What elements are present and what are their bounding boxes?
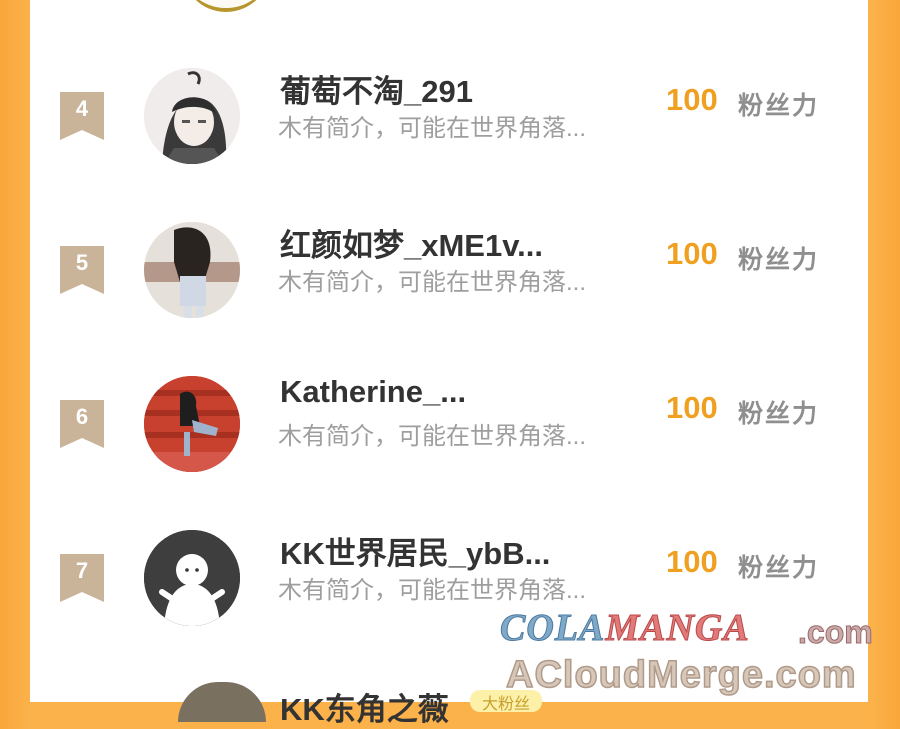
rank-number: 7 [75,558,89,583]
user-name[interactable]: KK世界居民_ybB... [280,528,580,573]
leaderboard-row[interactable]: 6 Katherine_... 木有简介，可能在世界角落... 100 粉丝力 [30,374,868,500]
fan-power-score: 100 [666,544,718,579]
avatar[interactable] [144,68,240,164]
rank-badge: 4 [60,92,104,140]
rank-badge: 7 [60,554,104,602]
fan-power-label: 粉丝力 [738,554,820,582]
user-bio: 木有简介，可能在世界角落... [278,269,587,296]
user-bio: 木有简介，可能在世界角落... [278,423,587,450]
watermark-com: .com [798,614,874,651]
fan-power-score: 100 [666,82,718,117]
user-bio: 木有简介，可能在世界角落... [278,577,587,604]
fan-power-score: 100 [666,236,718,271]
fan-power-score: 100 [666,390,718,425]
fan-power-label: 粉丝力 [738,400,820,428]
user-name[interactable]: 红颜如梦_xME1v... [280,220,580,265]
rank-number: 6 [75,404,89,429]
avatar[interactable] [144,530,240,626]
watermark-cola: COLA [499,607,606,650]
rank-number: 5 [75,250,89,275]
anime-boy-avatar-icon [144,68,240,164]
avatar[interactable] [144,376,240,472]
leaderboard-card: 4 葡萄不淘_291 木有简介，可能在世界角落... 100 粉丝力 5 红颜如… [30,0,868,727]
user-name[interactable]: 葡萄不淘_291 [280,66,580,111]
rank-badge: 5 [60,246,104,294]
rank-number: 4 [75,96,89,121]
avatar[interactable] [144,222,240,318]
rank-badge: 6 [60,400,104,448]
avatar[interactable] [182,0,270,12]
avatar[interactable] [178,682,266,722]
watermark-manga: MANGA [605,607,750,650]
leaderboard-row[interactable]: 5 红颜如梦_xME1v... 木有简介，可能在世界角落... 100 粉丝力 [30,222,868,346]
watermark-line-1: COLAMANGA [499,606,750,650]
user-name[interactable]: KK东角之薇 [280,684,449,729]
photo-avatar-icon [144,222,240,318]
fan-power-label: 粉丝力 [738,92,820,120]
default-user-avatar-icon [144,530,240,626]
photo-avatar-icon [144,376,240,472]
user-name[interactable]: Katherine_... [280,374,580,410]
leaderboard-row[interactable]: 4 葡萄不淘_291 木有简介，可能在世界角落... 100 粉丝力 [30,68,868,192]
user-bio: 木有简介，可能在世界角落... [278,115,587,142]
fan-power-label: 粉丝力 [738,246,820,274]
watermark: COLAMANGA .com ACloudMerge.com [499,606,900,702]
watermark-line-2: ACloudMerge.com [505,653,857,697]
